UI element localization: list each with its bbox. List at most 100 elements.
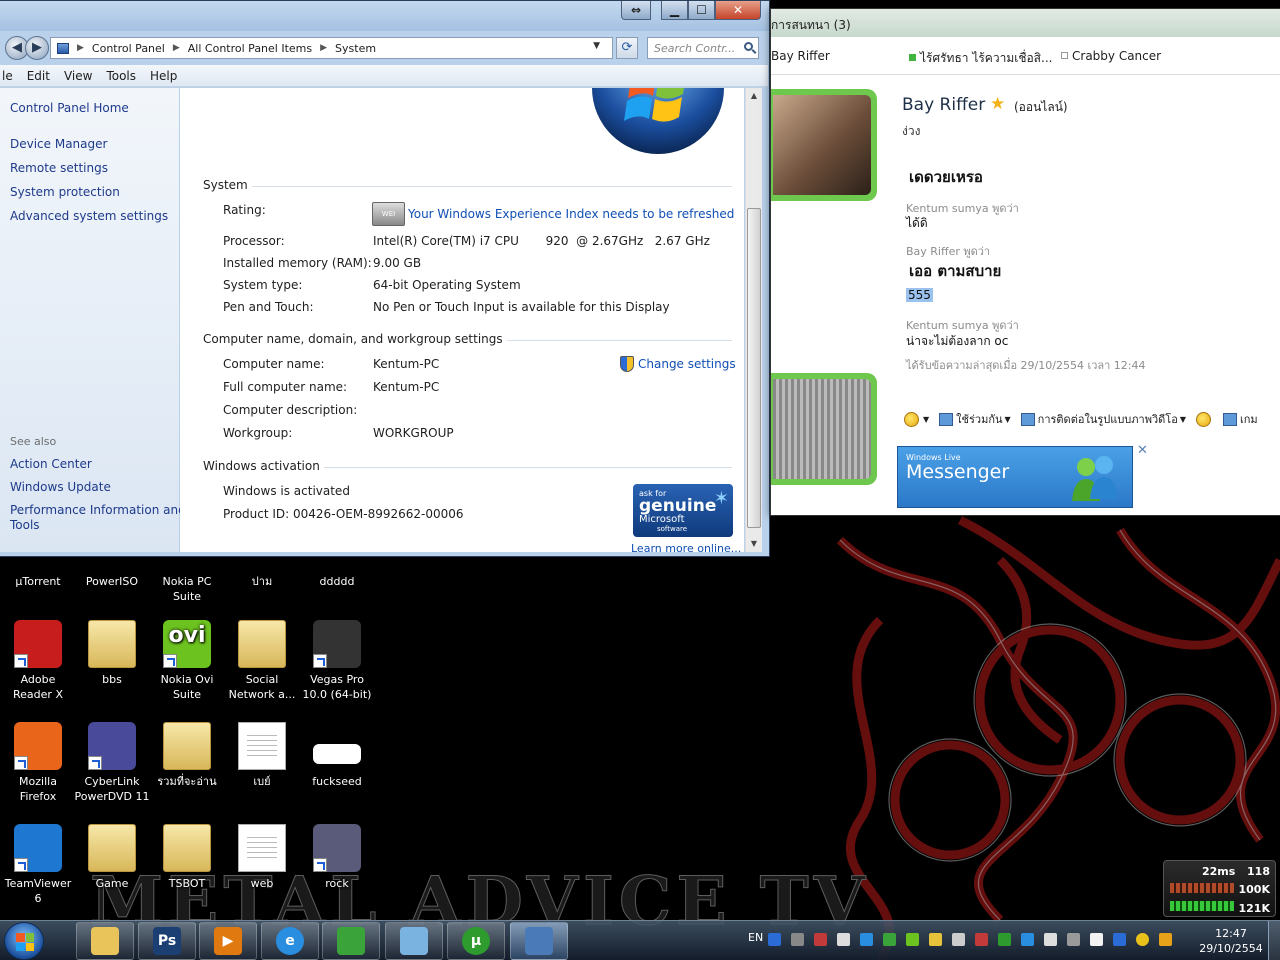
tray-app-icon[interactable] <box>1021 933 1034 946</box>
performance-info-link[interactable]: Performance Information and <box>10 503 186 517</box>
menu-tools[interactable]: Tools <box>106 69 136 83</box>
search-icon[interactable] <box>744 42 753 51</box>
device-manager-link[interactable]: Device Manager <box>10 137 107 151</box>
system-protection-link[interactable]: System protection <box>10 185 120 199</box>
maximize-button[interactable]: ☐ <box>688 1 715 20</box>
tray-app-icon[interactable] <box>929 933 942 946</box>
experience-index-link[interactable]: Your Windows Experience Index needs to b… <box>408 207 734 221</box>
contact-avatar[interactable] <box>771 89 877 201</box>
nvidia-icon[interactable] <box>906 933 919 946</box>
minimize-button[interactable]: ▁ <box>661 1 688 20</box>
scroll-down-icon[interactable]: ▼ <box>746 536 762 552</box>
network-meter-gadget[interactable]: 22ms 118 100K 121K <box>1163 860 1276 917</box>
desktop-icon[interactable]: TSBOT <box>149 824 225 891</box>
desktop-icon[interactable]: รวมที่จะอ่าน <box>149 722 225 789</box>
desktop-icon[interactable]: web <box>224 824 300 891</box>
forward-button[interactable]: ▶ <box>25 36 49 60</box>
network-icon[interactable] <box>837 933 850 946</box>
control-panel-home-link[interactable]: Control Panel Home <box>10 101 129 115</box>
desktop-icon[interactable]: TeamViewer 6 <box>0 824 76 906</box>
change-settings-link[interactable]: Change settings <box>638 357 736 371</box>
genuine-microsoft-badge[interactable]: ask for genuine Microsoft software ✶ <box>633 484 733 537</box>
tray-app-icon[interactable] <box>814 933 827 946</box>
tray-app-icon[interactable] <box>1044 933 1057 946</box>
advanced-settings-link[interactable]: Advanced system settings <box>10 209 168 223</box>
emoticon-button[interactable]: ▼ <box>904 411 929 427</box>
messenger-titlebar[interactable]: การสนทนา (3) <box>771 9 1280 37</box>
system-content: System Rating: WEI Your Windows Experien… <box>180 88 744 552</box>
desktop-icon[interactable]: ovi Nokia Ovi Suite <box>149 620 225 702</box>
help-icon[interactable] <box>768 933 781 946</box>
security-icon[interactable] <box>975 933 988 946</box>
favorite-star-icon[interactable]: ★ <box>990 94 1005 114</box>
start-button[interactable] <box>4 922 44 960</box>
games-button[interactable]: เกม <box>1222 410 1258 428</box>
control-panel-window[interactable]: ⇔ ▁ ☐ ✕ ◀ ▶ ▶ Control Panel ▶ All Contro… <box>0 0 770 557</box>
action-center-link[interactable]: Action Center <box>10 457 92 471</box>
breadcrumb-all-items[interactable]: All Control Panel Items <box>188 42 312 55</box>
taskbar-explorer-button[interactable] <box>76 922 134 960</box>
volume-icon[interactable] <box>952 933 965 946</box>
learn-more-link[interactable]: Learn more online... <box>631 542 741 552</box>
menu-file[interactable]: le <box>2 69 13 83</box>
tray-arrow-icon[interactable] <box>791 933 804 946</box>
nudge-button[interactable] <box>1195 411 1213 427</box>
vertical-scrollbar[interactable]: ▲ ▼ <box>745 88 762 552</box>
taskbar-internet-explorer-button[interactable]: e <box>261 922 319 960</box>
taskbar-photoshop-button[interactable]: Ps <box>138 922 196 960</box>
tray-app-icon[interactable] <box>1113 933 1126 946</box>
scroll-thumb[interactable] <box>747 208 761 528</box>
utorrent-tray-icon[interactable] <box>998 933 1011 946</box>
show-desktop-button[interactable] <box>1268 921 1280 960</box>
tray-app-icon[interactable] <box>860 933 873 946</box>
desktop-icon[interactable]: Game <box>74 824 150 891</box>
messenger-window[interactable]: การสนทนา (3) Bay Riffer ไร้ศรัทธา ไร้ควา… <box>770 8 1280 516</box>
address-bar[interactable]: ▶ Control Panel ▶ All Control Panel Item… <box>50 37 613 59</box>
window-titlebar[interactable]: ⇔ ▁ ☐ ✕ <box>0 1 769 31</box>
refresh-button[interactable]: ⟳ <box>616 37 638 59</box>
messenger-tray-icon[interactable] <box>883 933 896 946</box>
taskbar-media-player-button[interactable]: ▶ <box>199 922 257 960</box>
taskbar-utorrent-button[interactable]: µ <box>447 922 505 960</box>
desktop-icon[interactable]: Social Network a... <box>224 620 300 702</box>
language-indicator[interactable]: EN <box>748 931 763 944</box>
remote-settings-link[interactable]: Remote settings <box>10 161 108 175</box>
desktop-icon[interactable]: rock <box>299 824 375 891</box>
desktop-icon[interactable]: Adobe Reader X <box>0 620 76 702</box>
menu-help[interactable]: Help <box>150 69 177 83</box>
desktop-icon[interactable]: Vegas Pro 10.0 (64-bit) <box>299 620 375 702</box>
airplane-icon[interactable] <box>1090 933 1103 946</box>
desktop-icon[interactable]: Mozilla Firefox <box>0 722 76 804</box>
taskbar-messenger-button[interactable] <box>322 922 380 960</box>
desktop-icon[interactable]: bbs <box>74 620 150 687</box>
chevron-down-icon[interactable]: ▼ <box>593 41 600 51</box>
disc-icon[interactable] <box>1136 933 1149 946</box>
taskbar-control-panel-button[interactable] <box>510 922 568 960</box>
breadcrumb-system[interactable]: System <box>335 42 376 55</box>
system-tray <box>768 933 1182 946</box>
windows-update-link[interactable]: Windows Update <box>10 480 111 494</box>
menu-edit[interactable]: Edit <box>27 69 50 83</box>
messenger-ad-banner[interactable]: Windows Live Messenger <box>897 446 1133 508</box>
menu-view[interactable]: View <box>64 69 92 83</box>
my-avatar[interactable] <box>771 373 877 485</box>
taskbar-notepad-button[interactable] <box>385 922 443 960</box>
tab-bay-riffer[interactable]: Bay Riffer <box>771 49 830 63</box>
close-ad-icon[interactable]: ✕ <box>1137 443 1148 458</box>
tab-conversation-2[interactable]: ไร้ศรัทธา ไร้ความเชื่อสิ... <box>909 49 1052 68</box>
desktop-icon[interactable]: เบย์ <box>224 722 300 789</box>
desktop-icon[interactable]: CyberLink PowerDVD 11 <box>74 722 150 804</box>
scroll-up-icon[interactable]: ▲ <box>746 88 762 104</box>
tray-app-icon[interactable] <box>1067 933 1080 946</box>
desktop-icon[interactable]: fuckseed <box>299 722 375 789</box>
tray-app-icon[interactable] <box>1159 933 1172 946</box>
search-input[interactable]: Search Contr... <box>647 37 759 59</box>
breadcrumb-control-panel[interactable]: Control Panel <box>92 42 165 55</box>
video-call-button[interactable]: การติดต่อในรูปแบบภาพวิดีโอ ▼ <box>1020 410 1186 428</box>
close-button[interactable]: ✕ <box>715 1 761 20</box>
share-button[interactable]: ใช้ร่วมกัน ▼ <box>939 410 1011 428</box>
resize-button[interactable]: ⇔ <box>621 1 651 20</box>
performance-tools-link[interactable]: Tools <box>10 518 40 532</box>
taskbar-clock[interactable]: 12:47 29/10/2554 <box>1198 926 1264 956</box>
tab-crabby-cancer[interactable]: Crabby Cancer <box>1061 49 1161 63</box>
